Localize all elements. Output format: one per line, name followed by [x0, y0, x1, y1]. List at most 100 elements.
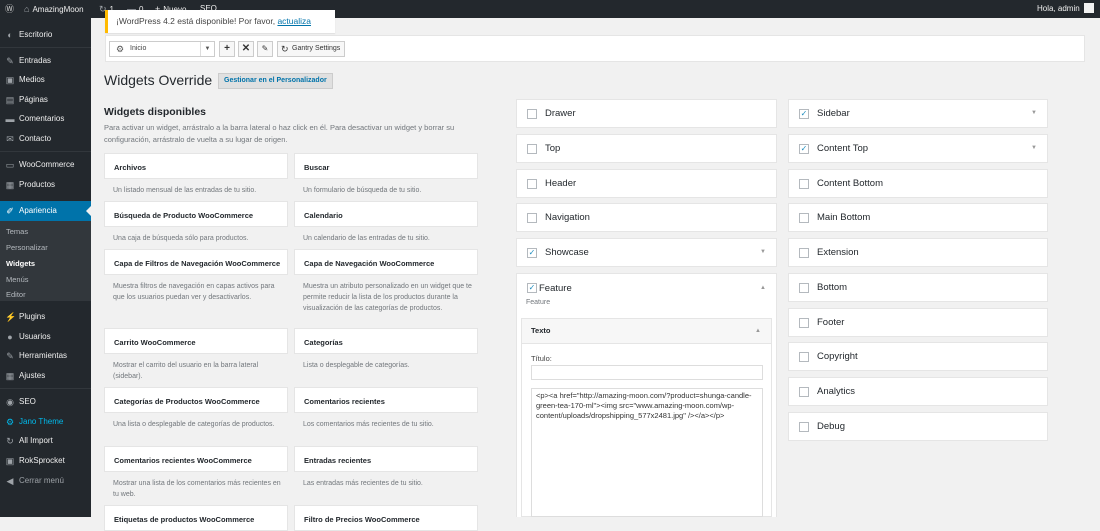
menu-item-plugins[interactable]: ⚡ Plugins — [0, 307, 91, 327]
text-widget-header[interactable]: Texto ▲ — [522, 319, 771, 344]
menu-item-jano-theme[interactable]: ⚙ Jano Theme — [0, 412, 91, 432]
menu-item-entradas[interactable]: ✎ Entradas — [0, 51, 91, 71]
menu-item-herramientas[interactable]: ✎ Herramientas — [0, 346, 91, 366]
submenu-editor[interactable]: Editor — [6, 288, 26, 302]
menu-item-comentarios[interactable]: ▬ Comentarios — [0, 109, 91, 129]
menu-item-productos[interactable]: ▦ Productos — [0, 175, 91, 195]
submenu-widgets[interactable]: Widgets — [6, 257, 35, 271]
sidebar-header[interactable]: Header — [516, 169, 777, 198]
menu-item-paginas[interactable]: ▤ Páginas — [0, 90, 91, 110]
close-icon: ✕ — [241, 43, 251, 54]
gantry-settings-button[interactable]: ↻ Gantry Settings — [277, 41, 346, 57]
widget-comentarios-recientes-woo[interactable]: Comentarios recientes WooCommerce — [104, 446, 288, 472]
title-label: Título: — [531, 354, 552, 363]
update-notice: ¡WordPress 4.2 está disponible! Por favo… — [105, 10, 335, 49]
checkbox[interactable] — [799, 387, 809, 397]
widget-categorias-productos[interactable]: Categorías de Productos WooCommerce — [104, 387, 288, 413]
my-account-link[interactable]: Hola, admin — [1037, 0, 1094, 18]
content-textarea[interactable]: <p><a href="http://amazing-moon.com/?pro… — [531, 388, 763, 517]
admin-menu: ◐ Escritorio ✎ Entradas ▣ Medios ▤ Páginas ▬… — [0, 18, 91, 517]
checkbox[interactable] — [527, 179, 537, 189]
sidebar-extension[interactable]: Extension — [788, 238, 1048, 267]
checkbox-checked[interactable]: ✓ — [799, 144, 809, 154]
chevron-down-icon[interactable]: ▼ — [1031, 135, 1037, 162]
add-override-button[interactable]: + — [219, 41, 235, 57]
widget-capa-navegacion[interactable]: Capa de Navegación WooCommerce — [294, 249, 478, 275]
menu-item-usuarios[interactable]: ● Usuarios — [0, 327, 91, 347]
checkbox[interactable] — [799, 213, 809, 223]
menu-item-ajustes[interactable]: ▦ Ajustes — [0, 366, 91, 386]
widget-filtro-precios[interactable]: Filtro de Precios WooCommerce — [294, 505, 478, 531]
site-name-link[interactable]: ⌂ AmazingMoon — [24, 0, 84, 18]
widget-carrito[interactable]: Carrito WooCommerce — [104, 328, 288, 354]
checkbox[interactable] — [799, 352, 809, 362]
sidebar-debug[interactable]: Debug — [788, 412, 1048, 441]
sidebar-content-bottom[interactable]: Content Bottom — [788, 169, 1048, 198]
checkbox[interactable] — [799, 179, 809, 189]
widget-etiquetas-productos[interactable]: Etiquetas de productos WooCommerce — [104, 505, 288, 531]
sidebar-main-bottom[interactable]: Main Bottom — [788, 203, 1048, 232]
checkbox[interactable] — [527, 109, 537, 119]
sidebar-analytics[interactable]: Analytics — [788, 377, 1048, 406]
sidebar-drawer[interactable]: Drawer — [516, 99, 777, 128]
widget-entradas-recientes[interactable]: Entradas recientes — [294, 446, 478, 472]
checkbox[interactable] — [799, 318, 809, 328]
widget-capa-filtros[interactable]: Capa de Filtros de Navegación WooCommerc… — [104, 249, 288, 275]
menu-item-escritorio[interactable]: ◐ Escritorio — [0, 25, 91, 45]
submenu-personalizar[interactable]: Personalizar — [6, 241, 48, 255]
wordpress-logo-icon[interactable]: Ⓦ — [5, 0, 17, 18]
widget-buscar[interactable]: Buscar — [294, 153, 478, 179]
submenu-menus[interactable]: Menús — [6, 273, 29, 287]
sidebar-top[interactable]: Top — [516, 134, 777, 163]
checkbox[interactable] — [799, 422, 809, 432]
chevron-up-icon[interactable]: ▲ — [755, 319, 761, 343]
menu-item-contacto[interactable]: ✉ Contacto — [0, 129, 91, 149]
manage-in-customizer-button[interactable]: Gestionar en el Personalizador — [218, 73, 333, 89]
widget-busqueda-producto[interactable]: Búsqueda de Producto WooCommerce — [104, 201, 288, 227]
avatar — [1083, 3, 1094, 13]
sidebar-content-top[interactable]: ✓ Content Top ▼ — [788, 134, 1048, 163]
menu-item-apariencia[interactable]: ✐ Apariencia — [0, 201, 91, 221]
users-icon: ● — [7, 332, 13, 342]
widget-calendario[interactable]: Calendario — [294, 201, 478, 227]
sidebar-copyright[interactable]: Copyright — [788, 342, 1048, 371]
widget-description: Mostrar una lista de los comentarios más… — [113, 480, 281, 498]
chevron-down-icon[interactable]: ▼ — [760, 239, 766, 266]
sidebar-footer[interactable]: Footer — [788, 308, 1048, 337]
collapse-menu-button[interactable]: ◀ Cerrar menú — [0, 471, 91, 491]
menu-item-medios[interactable]: ▣ Medios — [0, 70, 91, 90]
checkbox-checked[interactable]: ✓ — [527, 283, 537, 293]
widget-description: Una caja de búsqueda sólo para productos… — [113, 235, 249, 242]
settings-icon: ▦ — [5, 371, 15, 381]
sidebar-bottom[interactable]: Bottom — [788, 273, 1048, 302]
override-select[interactable]: ⚙ Inicio ▼ — [109, 41, 215, 57]
edit-override-button[interactable]: ✎ — [257, 41, 273, 57]
widget-archivos[interactable]: Archivos — [104, 153, 288, 179]
widget-comentarios-recientes[interactable]: Comentarios recientes — [294, 387, 478, 413]
gear-icon: ⚙ — [5, 417, 15, 427]
menu-item-all-import[interactable]: ↻ All Import — [0, 431, 91, 451]
checkbox[interactable] — [799, 248, 809, 258]
widget-categorias[interactable]: Categorías — [294, 328, 478, 354]
widget-description: Un formulario de búsqueda de tu sitio. — [303, 187, 422, 194]
chevron-down-icon[interactable]: ▼ — [1031, 100, 1037, 127]
chevron-up-icon[interactable]: ▲ — [760, 274, 766, 303]
checkbox[interactable] — [799, 283, 809, 293]
sidebar-navigation[interactable]: Navigation — [516, 203, 777, 232]
pin-icon: ✎ — [6, 56, 14, 66]
menu-item-seo[interactable]: ◉ SEO — [0, 392, 91, 412]
checkbox[interactable] — [527, 144, 537, 154]
checkbox[interactable] — [527, 213, 537, 223]
gear-icon: ⚙ — [116, 44, 125, 54]
checkbox-checked[interactable]: ✓ — [799, 109, 809, 119]
menu-item-roksprocket[interactable]: ▣ RokSprocket — [0, 451, 91, 471]
comments-icon: ▬ — [5, 114, 15, 124]
delete-override-button[interactable]: ✕ — [238, 41, 254, 57]
submenu-temas[interactable]: Temas — [6, 225, 28, 239]
title-input[interactable] — [531, 365, 763, 380]
sidebar-sidebar[interactable]: ✓ Sidebar ▼ — [788, 99, 1048, 128]
checkbox-checked[interactable]: ✓ — [527, 248, 537, 258]
menu-item-woocommerce[interactable]: ▭ WooCommerce — [0, 155, 91, 175]
sidebar-showcase[interactable]: ✓ Showcase ▼ — [516, 238, 777, 267]
text-widget: Texto ▲ Título: <p><a href="http://amazin… — [521, 318, 772, 517]
